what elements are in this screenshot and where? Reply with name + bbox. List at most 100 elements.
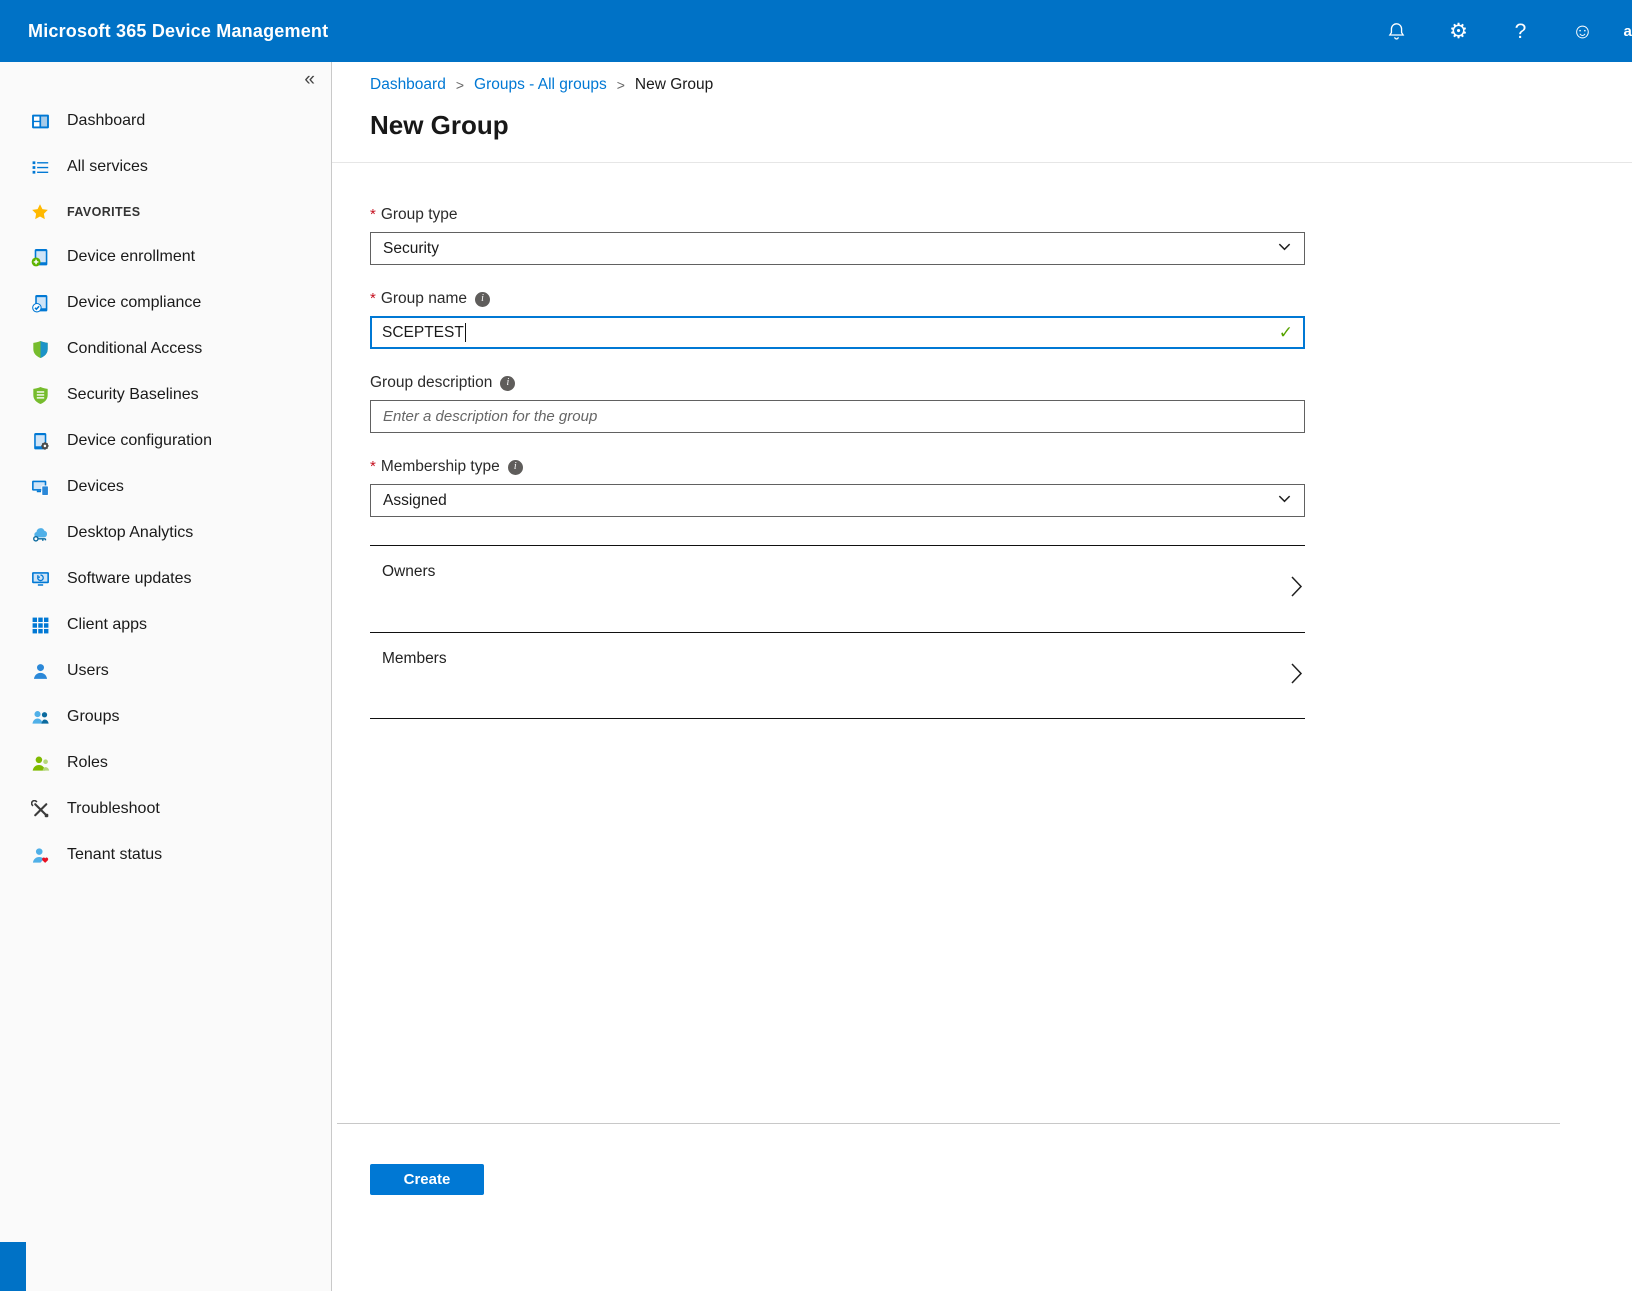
- app-title: Microsoft 365 Device Management: [28, 21, 328, 42]
- sidebar-item-label: Dashboard: [67, 112, 145, 130]
- group-name-field: * Group name i SCEPTEST ✓: [370, 289, 1305, 349]
- sidebar-item-label: Groups: [67, 708, 119, 726]
- software-updates-icon: [30, 570, 50, 589]
- notifications-bell-icon[interactable]: [1383, 18, 1409, 44]
- sidebar-item-groups[interactable]: Groups: [0, 694, 331, 740]
- required-asterisk: *: [370, 457, 376, 477]
- sidebar-item-device-configuration[interactable]: Device configuration: [0, 418, 331, 464]
- sidebar-item-users[interactable]: Users: [0, 648, 331, 694]
- footer-divider: [337, 1123, 1560, 1124]
- sidebar-item-troubleshoot[interactable]: Troubleshoot: [0, 786, 331, 832]
- sidebar-item-device-compliance[interactable]: Device compliance: [0, 280, 331, 326]
- membership-type-label: Membership type: [381, 457, 500, 477]
- security-baselines-icon: [30, 386, 50, 405]
- groups-icon: [30, 708, 50, 727]
- group-description-label-row: Group description i: [370, 373, 1305, 393]
- group-description-label: Group description: [370, 373, 492, 393]
- devices-icon: [30, 478, 50, 497]
- device-compliance-icon: [30, 294, 50, 313]
- sidebar-item-label: Device enrollment: [67, 248, 195, 266]
- star-icon: [30, 203, 50, 222]
- desktop-analytics-icon: [30, 524, 50, 543]
- sidebar-section-favorites: FAVORITES: [0, 190, 331, 234]
- sidebar-item-label: Device compliance: [67, 294, 201, 312]
- group-name-value: SCEPTEST: [382, 324, 464, 342]
- sidebar-item-client-apps[interactable]: Client apps: [0, 602, 331, 648]
- breadcrumb-separator: >: [456, 77, 464, 93]
- tenant-status-icon: [30, 846, 50, 865]
- text-caret: [465, 323, 467, 342]
- breadcrumb: Dashboard > Groups - All groups > New Gr…: [370, 76, 1632, 94]
- client-apps-icon: [30, 616, 50, 635]
- group-type-select[interactable]: Security: [370, 232, 1305, 265]
- sidebar-section-label: FAVORITES: [67, 205, 141, 219]
- feedback-smiley-icon[interactable]: ☺: [1569, 18, 1595, 44]
- users-icon: [30, 662, 50, 681]
- members-panel-row[interactable]: Members: [370, 632, 1305, 719]
- topbar: Microsoft 365 Device Management ⚙ ? ☺ al…: [0, 0, 1632, 62]
- conditional-access-icon: [30, 340, 50, 359]
- sidebar-item-label: Software updates: [67, 570, 192, 588]
- group-type-value: Security: [383, 240, 439, 258]
- group-name-label: Group name: [381, 289, 467, 309]
- panel-list: Owners Members: [370, 545, 1305, 719]
- breadcrumb-dashboard-link[interactable]: Dashboard: [370, 76, 446, 94]
- sidebar-item-tenant-status[interactable]: Tenant status: [0, 832, 331, 878]
- sidebar-item-conditional-access[interactable]: Conditional Access: [0, 326, 331, 372]
- info-icon[interactable]: i: [508, 460, 523, 475]
- sidebar-collapse-icon[interactable]: «: [304, 69, 315, 91]
- sidebar-collapse-row: «: [0, 62, 331, 98]
- sidebar-item-security-baselines[interactable]: Security Baselines: [0, 372, 331, 418]
- sidebar-item-all-services[interactable]: All services: [0, 144, 331, 190]
- header-divider: [332, 162, 1632, 163]
- required-asterisk: *: [370, 205, 376, 225]
- sidebar-item-software-updates[interactable]: Software updates: [0, 556, 331, 602]
- roles-icon: [30, 754, 50, 773]
- bottom-left-accent: [0, 1242, 26, 1291]
- page-title: New Group: [370, 110, 1632, 141]
- breadcrumb-separator: >: [617, 77, 625, 93]
- sidebar-item-device-enrollment[interactable]: Device enrollment: [0, 234, 331, 280]
- sidebar-item-label: Roles: [67, 754, 108, 772]
- account-user-name[interactable]: alf: [1623, 23, 1632, 40]
- new-group-form: * Group type Security * Group name i SCE…: [370, 205, 1305, 719]
- sidebar-item-label: Users: [67, 662, 109, 680]
- sidebar-item-label: Client apps: [67, 616, 147, 634]
- group-type-label-row: * Group type: [370, 205, 1305, 225]
- membership-type-value: Assigned: [383, 492, 447, 510]
- topbar-icons: ⚙ ? ☺: [1383, 18, 1595, 44]
- device-configuration-icon: [30, 432, 50, 451]
- sidebar-item-dashboard[interactable]: Dashboard: [0, 98, 331, 144]
- sidebar-item-desktop-analytics[interactable]: Desktop Analytics: [0, 510, 331, 556]
- device-enrollment-icon: [30, 248, 50, 267]
- group-name-input[interactable]: SCEPTEST ✓: [370, 316, 1305, 349]
- breadcrumb-current: New Group: [635, 76, 713, 94]
- owners-label: Owners: [382, 563, 435, 581]
- info-icon[interactable]: i: [475, 292, 490, 307]
- all-services-icon: [30, 158, 50, 177]
- group-type-field: * Group type Security: [370, 205, 1305, 265]
- sidebar-item-label: Desktop Analytics: [67, 524, 193, 542]
- group-description-input[interactable]: [370, 400, 1305, 433]
- help-icon[interactable]: ?: [1507, 18, 1533, 44]
- info-icon[interactable]: i: [500, 376, 515, 391]
- members-label: Members: [382, 650, 447, 668]
- owners-panel-row[interactable]: Owners: [370, 545, 1305, 632]
- breadcrumb-groups-link[interactable]: Groups - All groups: [474, 76, 607, 94]
- dashboard-icon: [30, 112, 50, 131]
- troubleshoot-icon: [30, 800, 50, 819]
- sidebar-item-label: Tenant status: [67, 846, 162, 864]
- content-spacer: [332, 719, 1632, 1123]
- required-asterisk: *: [370, 289, 376, 309]
- sidebar-item-label: Security Baselines: [67, 386, 199, 404]
- sidebar: « Dashboard All services FAVORITES Devic…: [0, 62, 332, 1291]
- sidebar-item-roles[interactable]: Roles: [0, 740, 331, 786]
- membership-type-label-row: * Membership type i: [370, 457, 1305, 477]
- settings-gear-icon[interactable]: ⚙: [1445, 18, 1471, 44]
- membership-type-field: * Membership type i Assigned: [370, 457, 1305, 517]
- create-button[interactable]: Create: [370, 1164, 484, 1195]
- group-name-label-row: * Group name i: [370, 289, 1305, 309]
- sidebar-item-label: Troubleshoot: [67, 800, 160, 818]
- sidebar-item-devices[interactable]: Devices: [0, 464, 331, 510]
- membership-type-select[interactable]: Assigned: [370, 484, 1305, 517]
